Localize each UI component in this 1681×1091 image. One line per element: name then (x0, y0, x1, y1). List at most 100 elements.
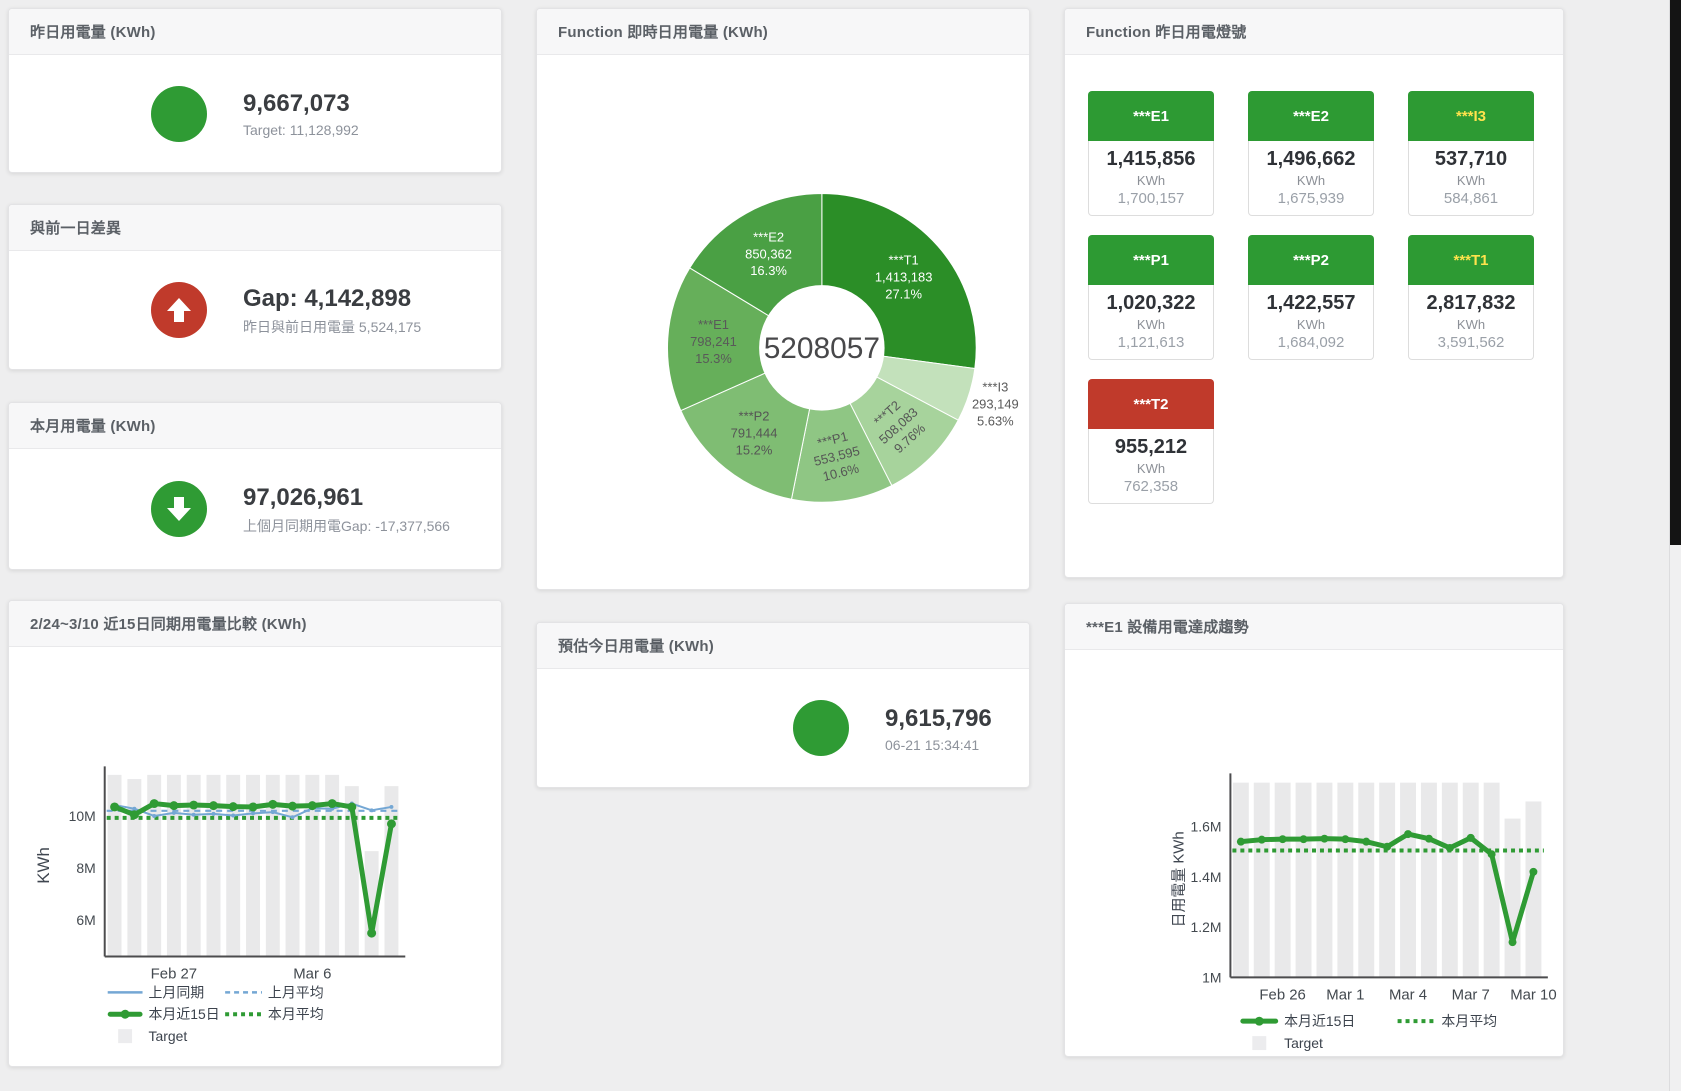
data-point (1341, 835, 1349, 843)
x-tick-label: Mar 4 (1389, 986, 1427, 1003)
light-tile-body: 537,710KWh584,861 (1408, 141, 1534, 216)
stat-row: Gap: 4,142,898 昨日與前日用電量 5,524,175 (9, 251, 501, 369)
vertical-scrollbar[interactable] (1669, 0, 1681, 1091)
data-point (1529, 868, 1537, 876)
legend-item[interactable]: 上月平均 (225, 984, 323, 1000)
light-tile-body: 1,020,322KWh1,121,613 (1088, 285, 1214, 360)
data-point (328, 799, 337, 808)
light-tile-value: 1,422,557 (1249, 292, 1373, 315)
data-point (229, 802, 238, 811)
legend-item[interactable]: 本月近15日 (108, 1006, 220, 1022)
light-tile-value: 1,020,322 (1089, 292, 1213, 315)
x-tick-label: Feb 26 (1259, 986, 1305, 1003)
stat-value: 97,026,961 (243, 483, 450, 513)
data-point (251, 811, 255, 815)
data-point (1425, 835, 1433, 843)
light-tile-unit: KWh (1249, 317, 1373, 332)
function-usage-donut-chart[interactable]: ***T11,413,18327.1%***I3293,1495.63%***T… (537, 55, 1029, 589)
light-tile-unit: KWh (1089, 173, 1213, 188)
data-point (152, 814, 156, 818)
legend-item[interactable]: Target (1252, 1035, 1323, 1051)
panel-realtime-donut: Function 即時日用電量 (KWh) ***T11,413,18327.1… (536, 8, 1030, 590)
target-bar (1505, 819, 1521, 978)
y-tick-label: 1.2M (1191, 919, 1222, 935)
light-tile-status-header: ***P1 (1088, 235, 1214, 285)
data-point (1509, 938, 1517, 946)
down-arrow-icon (164, 494, 194, 524)
light-tile-unit: KWh (1409, 317, 1533, 332)
data-point (212, 812, 216, 816)
light-tile: ***E11,415,856KWh1,700,157 (1088, 91, 1214, 216)
panel-title: Function 即時日用電量 (KWh) (558, 21, 768, 42)
data-point (1488, 850, 1496, 858)
data-point (1404, 830, 1412, 838)
data-point (370, 808, 374, 812)
x-tick-label: Feb 27 (151, 965, 197, 982)
light-tile-body: 1,422,557KWh1,684,092 (1248, 285, 1374, 360)
light-tile-body: 2,817,832KWh3,591,562 (1408, 285, 1534, 360)
legend-item[interactable]: Target (118, 1028, 187, 1044)
target-bar (1379, 783, 1395, 978)
target-bar (1400, 783, 1416, 978)
light-tile-value: 1,496,662 (1249, 148, 1373, 171)
light-tile-body: 1,415,856KWh1,700,157 (1088, 141, 1214, 216)
data-point (347, 802, 356, 811)
light-tile-value: 537,710 (1409, 148, 1533, 171)
data-point (132, 807, 136, 811)
red-status-circle-icon (151, 282, 207, 338)
data-point (150, 799, 159, 808)
data-point (231, 814, 235, 818)
light-tile: ***P21,422,557KWh1,684,092 (1248, 235, 1374, 360)
target-bar (1358, 783, 1374, 978)
panel-body: 1M1.2M1.4M1.6MFeb 26Mar 1Mar 4Mar 7Mar 1… (1065, 650, 1563, 1056)
light-tile-unit: KWh (1409, 173, 1533, 188)
scrollbar-thumb[interactable] (1670, 0, 1681, 545)
panel-header: Function 昨日用電燈號 (1065, 9, 1563, 55)
light-tile-target: 1,121,613 (1089, 334, 1213, 351)
panel-header: 2/24~3/10 近15日同期用電量比較 (KWh) (9, 601, 501, 647)
legend-item[interactable]: 本月近15日 (1240, 1013, 1355, 1029)
donut-slice-label: ***I3293,1495.63% (972, 380, 1019, 429)
target-bar (127, 779, 141, 956)
stat-row: 9,667,073 Target: 11,128,992 (9, 55, 501, 172)
data-point (1279, 835, 1287, 843)
panel-header: Function 即時日用電量 (KWh) (537, 9, 1029, 55)
stat-subtitle: 昨日與前日用電量 5,524,175 (243, 317, 421, 337)
data-point (110, 802, 119, 811)
green-status-circle-icon (793, 700, 849, 756)
data-point (249, 802, 258, 811)
stat-value: 9,615,796 (885, 704, 992, 734)
e1-trend-line-chart[interactable]: 1M1.2M1.4M1.6MFeb 26Mar 1Mar 4Mar 7Mar 1… (1065, 650, 1563, 1056)
panel-body: 6M8M10MFeb 27Mar 6KWh上月同期上月平均本月近15日本月平均T… (9, 647, 501, 1066)
data-point (1383, 843, 1391, 851)
light-tile-target: 3,591,562 (1409, 334, 1533, 351)
data-point (1362, 838, 1370, 846)
target-bar (1296, 783, 1312, 978)
panel-body: ***T11,413,18327.1%***I3293,1495.63%***T… (537, 55, 1029, 589)
legend-label: 上月同期 (149, 984, 205, 1000)
data-point (209, 801, 218, 810)
legend-label: 上月平均 (268, 984, 324, 1000)
panel-comparison-chart: 2/24~3/10 近15日同期用電量比較 (KWh) 6M8M10MFeb 2… (8, 600, 502, 1067)
data-point (130, 810, 139, 819)
panel-usage-lights: Function 昨日用電燈號 ***E11,415,856KWh1,700,1… (1064, 8, 1564, 578)
donut-center-total: 5208057 (764, 332, 880, 365)
energy-dashboard: 昨日用電量 (KWh) 9,667,073 Target: 11,128,992… (0, 0, 1681, 1091)
y-tick-label: 8M (76, 860, 95, 876)
legend-item[interactable]: 本月平均 (225, 1006, 323, 1022)
light-tile-value: 955,212 (1089, 436, 1213, 459)
light-tile: ***I3537,710KWh584,861 (1408, 91, 1534, 216)
data-point (1320, 835, 1328, 843)
legend-item[interactable]: 本月平均 (1398, 1013, 1497, 1029)
stat-value: Gap: 4,142,898 (243, 284, 421, 314)
data-point (1446, 844, 1454, 852)
panel-title: 2/24~3/10 近15日同期用電量比較 (KWh) (30, 613, 307, 634)
legend-item[interactable]: 上月同期 (108, 984, 205, 1000)
panel-header: 預估今日用電量 (KWh) (537, 623, 1029, 669)
panel-title: Function 昨日用電燈號 (1086, 21, 1247, 42)
comparison-line-chart[interactable]: 6M8M10MFeb 27Mar 6KWh上月同期上月平均本月近15日本月平均T… (9, 647, 501, 1066)
light-tile: ***P11,020,322KWh1,121,613 (1088, 235, 1214, 360)
panel-body: 9,615,796 06-21 15:34:41 (537, 669, 1029, 787)
panel-header: 昨日用電量 (KWh) (9, 9, 501, 55)
stat-value: 9,667,073 (243, 89, 359, 119)
